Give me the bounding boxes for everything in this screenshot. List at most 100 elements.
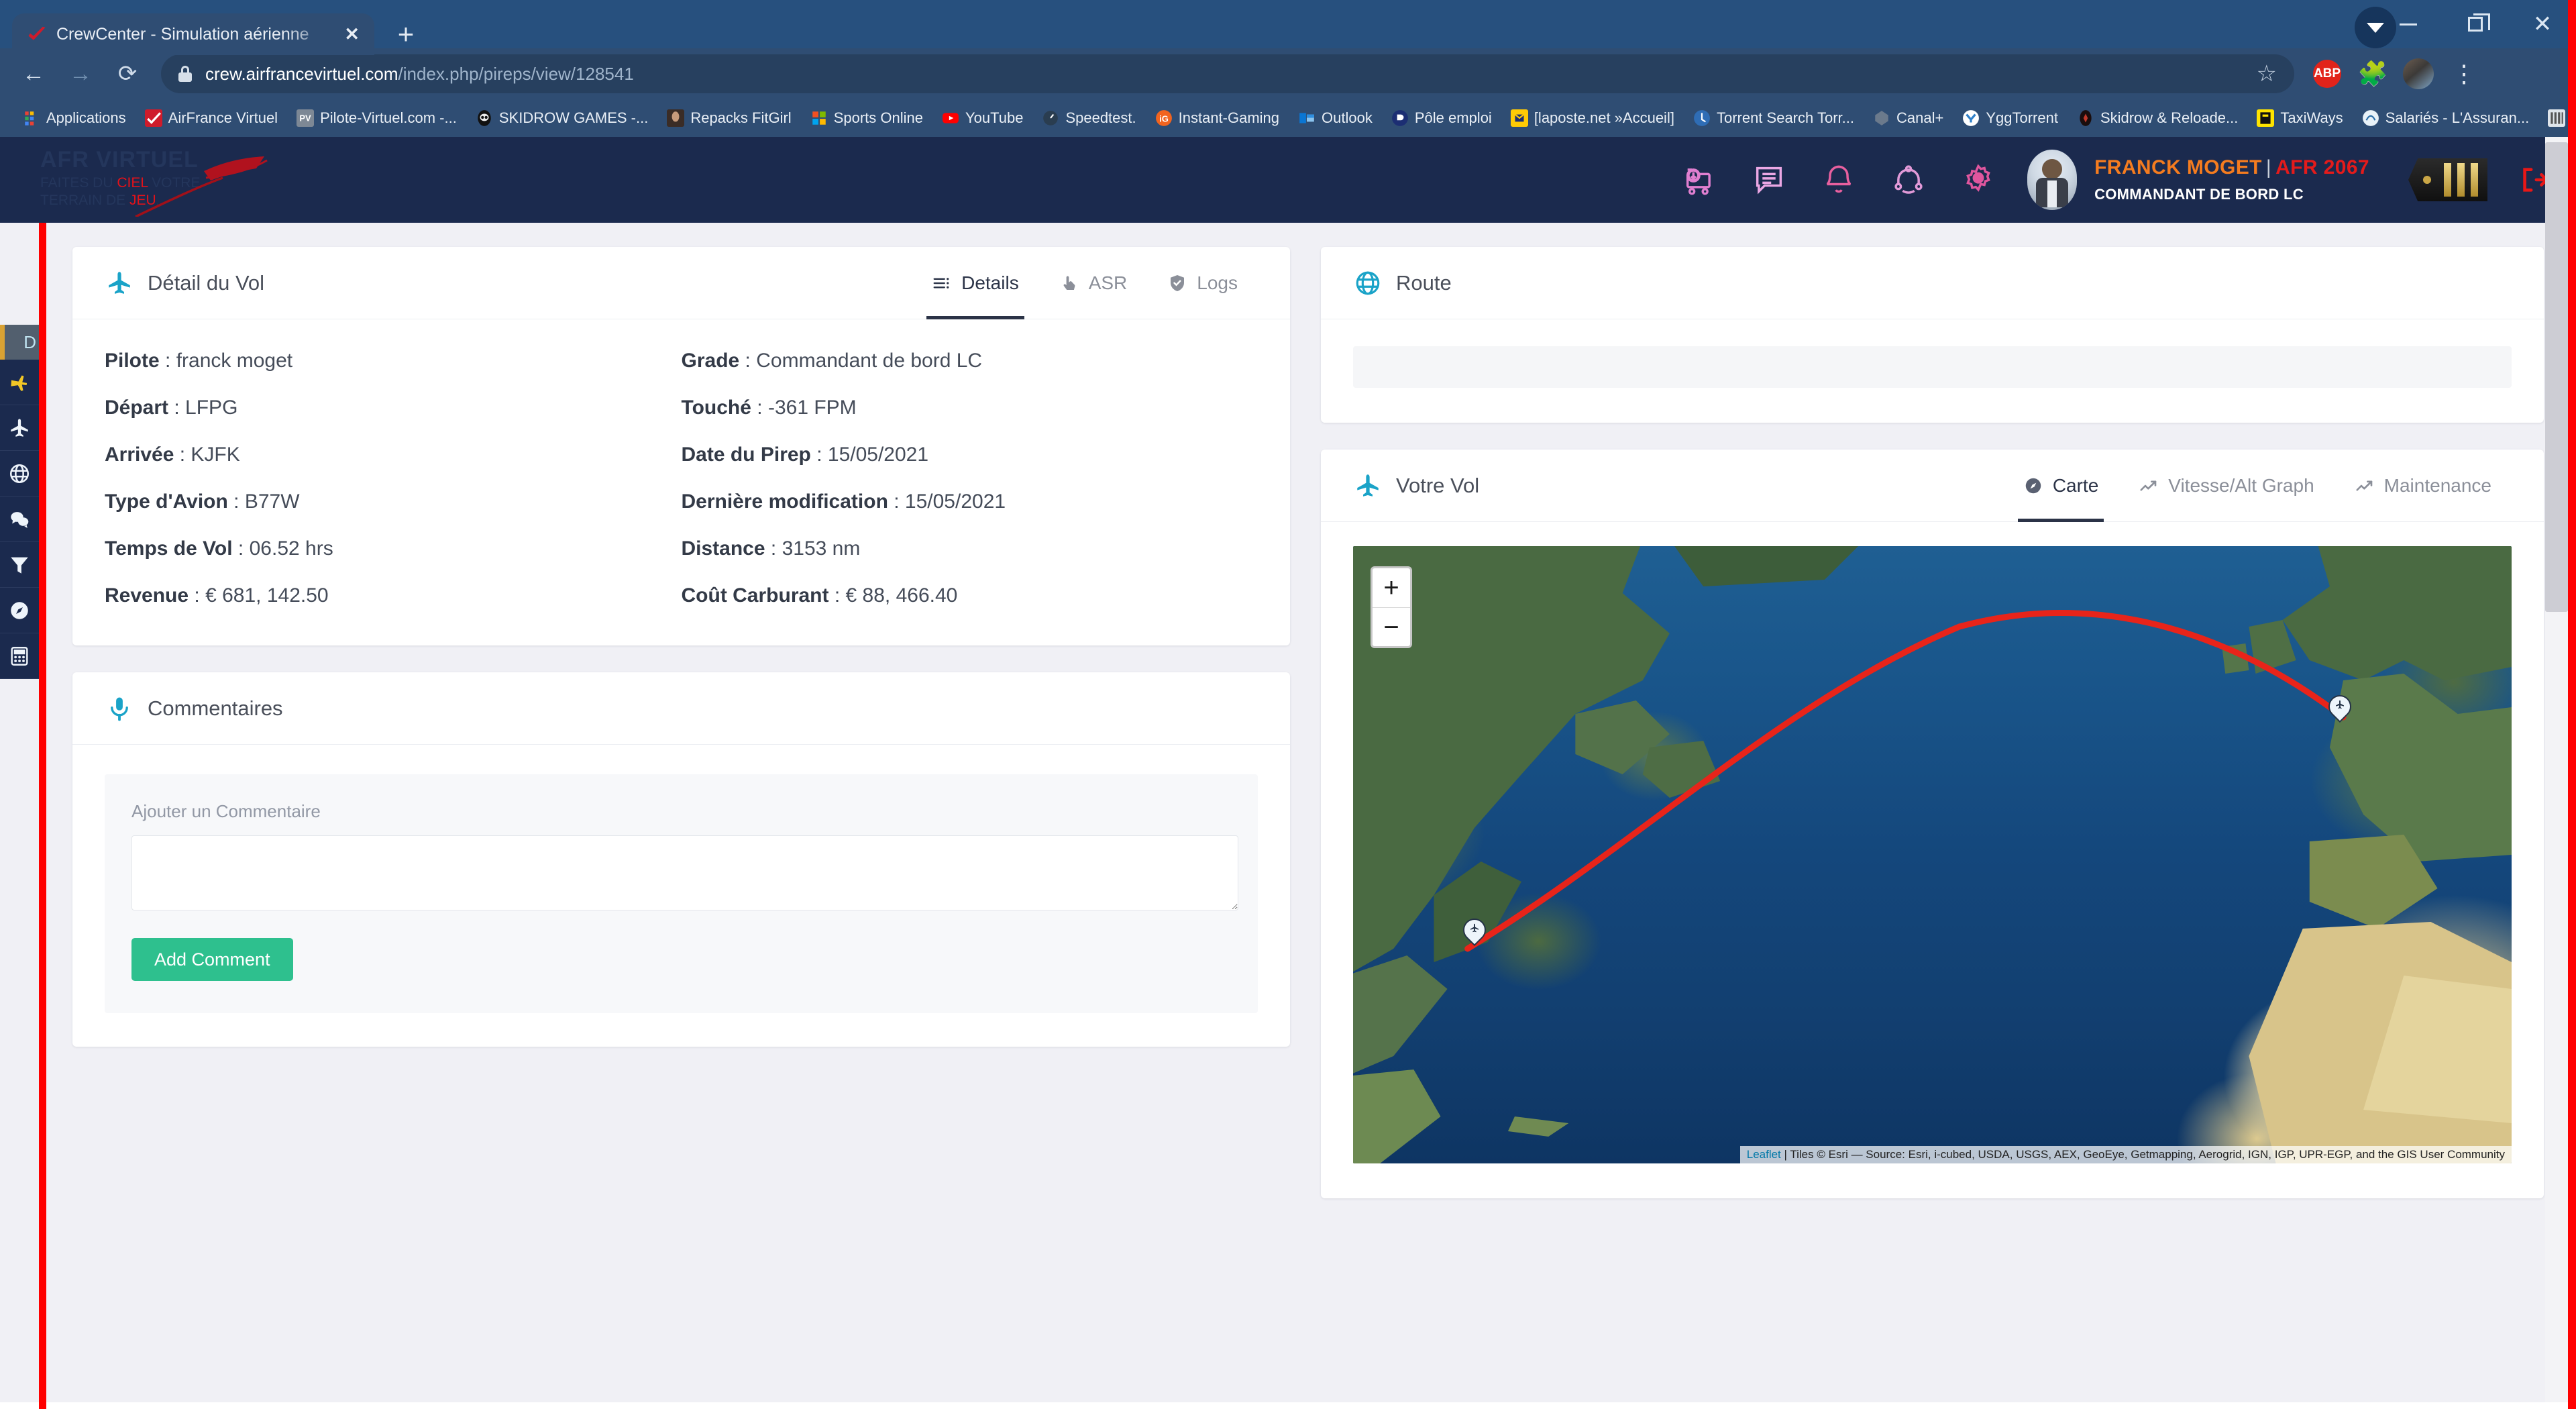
bookmark-item[interactable]: SKIDROW GAMES -... — [466, 103, 657, 133]
avatar[interactable] — [2027, 150, 2077, 210]
leaflet-link[interactable]: Leaflet — [1747, 1148, 1781, 1161]
forward-icon[interactable]: → — [59, 52, 102, 95]
headset-support-icon[interactable] — [1889, 160, 1928, 199]
bookmark-item[interactable]: PVPilote-Virtuel.com -... — [287, 103, 466, 133]
bookmark-item[interactable]: Torrent Search Torr... — [1684, 103, 1864, 133]
gear-icon[interactable] — [1959, 160, 1998, 199]
bookmark-label: Skidrow & Reloade... — [2100, 109, 2238, 127]
fitgirl-icon — [667, 109, 684, 127]
pe-icon — [1391, 109, 1409, 127]
add-comment-button[interactable]: Add Comment — [131, 938, 293, 981]
bookmark-item[interactable]: iG Instant-Gaming — [1146, 103, 1289, 133]
bookmark-item[interactable]: YggTorrent — [1953, 103, 2068, 133]
tab-maintenance[interactable]: Maintenance — [2334, 450, 2512, 522]
maximize-button[interactable] — [2442, 0, 2509, 48]
browser-menu-icon[interactable]: ⋮ — [2443, 53, 2485, 95]
tab-details[interactable]: Details — [912, 247, 1039, 319]
reload-icon[interactable]: ⟳ — [106, 52, 149, 95]
profile-avatar[interactable] — [2398, 53, 2439, 95]
page-scrollbar-thumb[interactable] — [2545, 142, 2568, 612]
arrival-marker[interactable] — [2328, 695, 2351, 726]
tab-asr[interactable]: ASR — [1039, 247, 1148, 319]
message-icon[interactable] — [1750, 160, 1788, 199]
add-comment-area: Ajouter un Commentaire Add Comment — [105, 774, 1258, 1013]
bookmark-item[interactable]: Sports Online — [801, 103, 932, 133]
cargo-download-icon[interactable] — [1680, 160, 1719, 199]
sidebar-item-map[interactable] — [0, 451, 39, 497]
comment-input[interactable] — [131, 835, 1238, 910]
extensions-puzzle-icon[interactable]: 🧩 — [2352, 53, 2394, 95]
sidebar-item-forum[interactable] — [0, 497, 39, 542]
back-icon[interactable]: ← — [12, 52, 55, 95]
bookmark-label: Salariés - L'Assuran... — [2385, 109, 2530, 127]
zoom-out-button[interactable]: − — [1373, 607, 1410, 646]
browser-tab[interactable]: CrewCenter - Simulation aérienne ✕ — [12, 13, 374, 55]
detail-value: 15/05/2021 — [905, 490, 1006, 513]
detail-label: Temps de Vol — [105, 537, 233, 560]
url-text: crew.airfrancevirtuel.com/index.php/pire… — [205, 64, 634, 85]
comments-header: Commentaires — [72, 672, 1290, 745]
detail-label: Distance — [682, 537, 765, 560]
comment-field-label: Ajouter un Commentaire — [131, 801, 1231, 822]
tab-logs[interactable]: Logs — [1147, 247, 1258, 319]
outlook-icon — [1298, 109, 1316, 127]
bookmark-item[interactable]: Applications — [13, 103, 136, 133]
sidebar-item-calculator[interactable] — [0, 633, 39, 679]
flight-detail-body: Pilote : franck mogetDépart : LFPGArrivé… — [72, 319, 1290, 645]
bookmark-item[interactable]: YouTube — [932, 103, 1032, 133]
bookmark-item[interactable]: Salariés - L'Assuran... — [2353, 103, 2539, 133]
window-controls: ✕ — [2375, 0, 2576, 48]
detail-label: Arrivée — [105, 443, 174, 466]
afr-virtuel-logo[interactable]: AFR VIRTUEL FAITES DU CIEL VOTRE TERRAIN… — [28, 143, 343, 217]
detail-value: € 88, 466.40 — [846, 584, 958, 607]
bookmark-item[interactable]: AirFrance Virtuel — [136, 103, 287, 133]
map-zoom-controls: + − — [1371, 566, 1412, 648]
bell-icon[interactable] — [1819, 160, 1858, 199]
close-window-button[interactable]: ✕ — [2509, 0, 2576, 48]
flight-map-header: Votre Vol Carte Vitesse/Alt Graph — [1321, 450, 2544, 522]
recording-border-left — [39, 223, 46, 1409]
address-bar[interactable]: crew.airfrancevirtuel.com/index.php/pire… — [161, 54, 2294, 93]
bookmark-item[interactable]: Outlook — [1289, 103, 1382, 133]
user-info: FRANCK MOGET|AFR 2067 COMMANDANT DE BORD… — [2094, 156, 2369, 203]
leaflet-map[interactable]: + − Leaf — [1353, 546, 2512, 1163]
zoom-in-button[interactable]: + — [1373, 568, 1410, 607]
detail-label: Date du Pirep — [682, 443, 811, 466]
tab-vitesse-alt-graph[interactable]: Vitesse/Alt Graph — [2118, 450, 2334, 522]
right-column: Route Votre Vol — [1321, 247, 2544, 1409]
detail-label: Grade — [682, 350, 740, 372]
bookmark-item[interactable]: Repacks FitGirl — [657, 103, 800, 133]
bookmark-item[interactable]: Skidrow & Reloade... — [2068, 103, 2247, 133]
minimize-button[interactable] — [2375, 0, 2442, 48]
adblock-extension-icon[interactable]: ABP — [2306, 53, 2348, 95]
sidebar-item-filter[interactable] — [0, 542, 39, 588]
skidrow-icon — [2077, 109, 2094, 127]
new-tab-button[interactable]: + — [384, 13, 428, 55]
bookmark-label: Sports Online — [834, 109, 923, 127]
bookmark-item[interactable]: Speedtest. — [1032, 103, 1145, 133]
sidebar-item-schedules[interactable] — [0, 360, 39, 405]
bookmark-item[interactable]: Pôle emploi — [1382, 103, 1501, 133]
left-sidebar: D — [0, 360, 39, 679]
user-separator: | — [2266, 156, 2271, 178]
svg-text:AFR VIRTUEL: AFR VIRTUEL — [40, 147, 199, 172]
bookmark-label: SKIDROW GAMES -... — [499, 109, 648, 127]
sidebar-item-flights[interactable] — [0, 405, 39, 451]
sidebar-item-compass[interactable] — [0, 588, 39, 633]
departure-marker[interactable] — [1463, 919, 1486, 949]
tab-title: CrewCenter - Simulation aérienne — [56, 25, 335, 44]
bookmark-label: Instant-Gaming — [1179, 109, 1279, 127]
bookmark-label: Applications — [46, 109, 126, 127]
url-domain: crew.airfrancevirtuel.com — [205, 64, 398, 84]
svg-text:iG: iG — [1159, 113, 1169, 123]
detail-value: B77W — [245, 490, 300, 513]
laposte-icon — [1511, 109, 1528, 127]
bookmark-item[interactable]: [laposte.net »Accueil] — [1501, 103, 1684, 133]
bookmark-label: Repacks FitGirl — [690, 109, 791, 127]
tab-carte[interactable]: Carte — [2003, 450, 2118, 522]
close-icon[interactable]: ✕ — [344, 25, 360, 44]
bookmark-item[interactable]: Canal+ — [1864, 103, 1953, 133]
route-card: Route — [1321, 247, 2544, 423]
bookmark-item[interactable]: TaxiWays — [2247, 103, 2352, 133]
bookmark-star-icon[interactable]: ☆ — [2257, 60, 2277, 87]
